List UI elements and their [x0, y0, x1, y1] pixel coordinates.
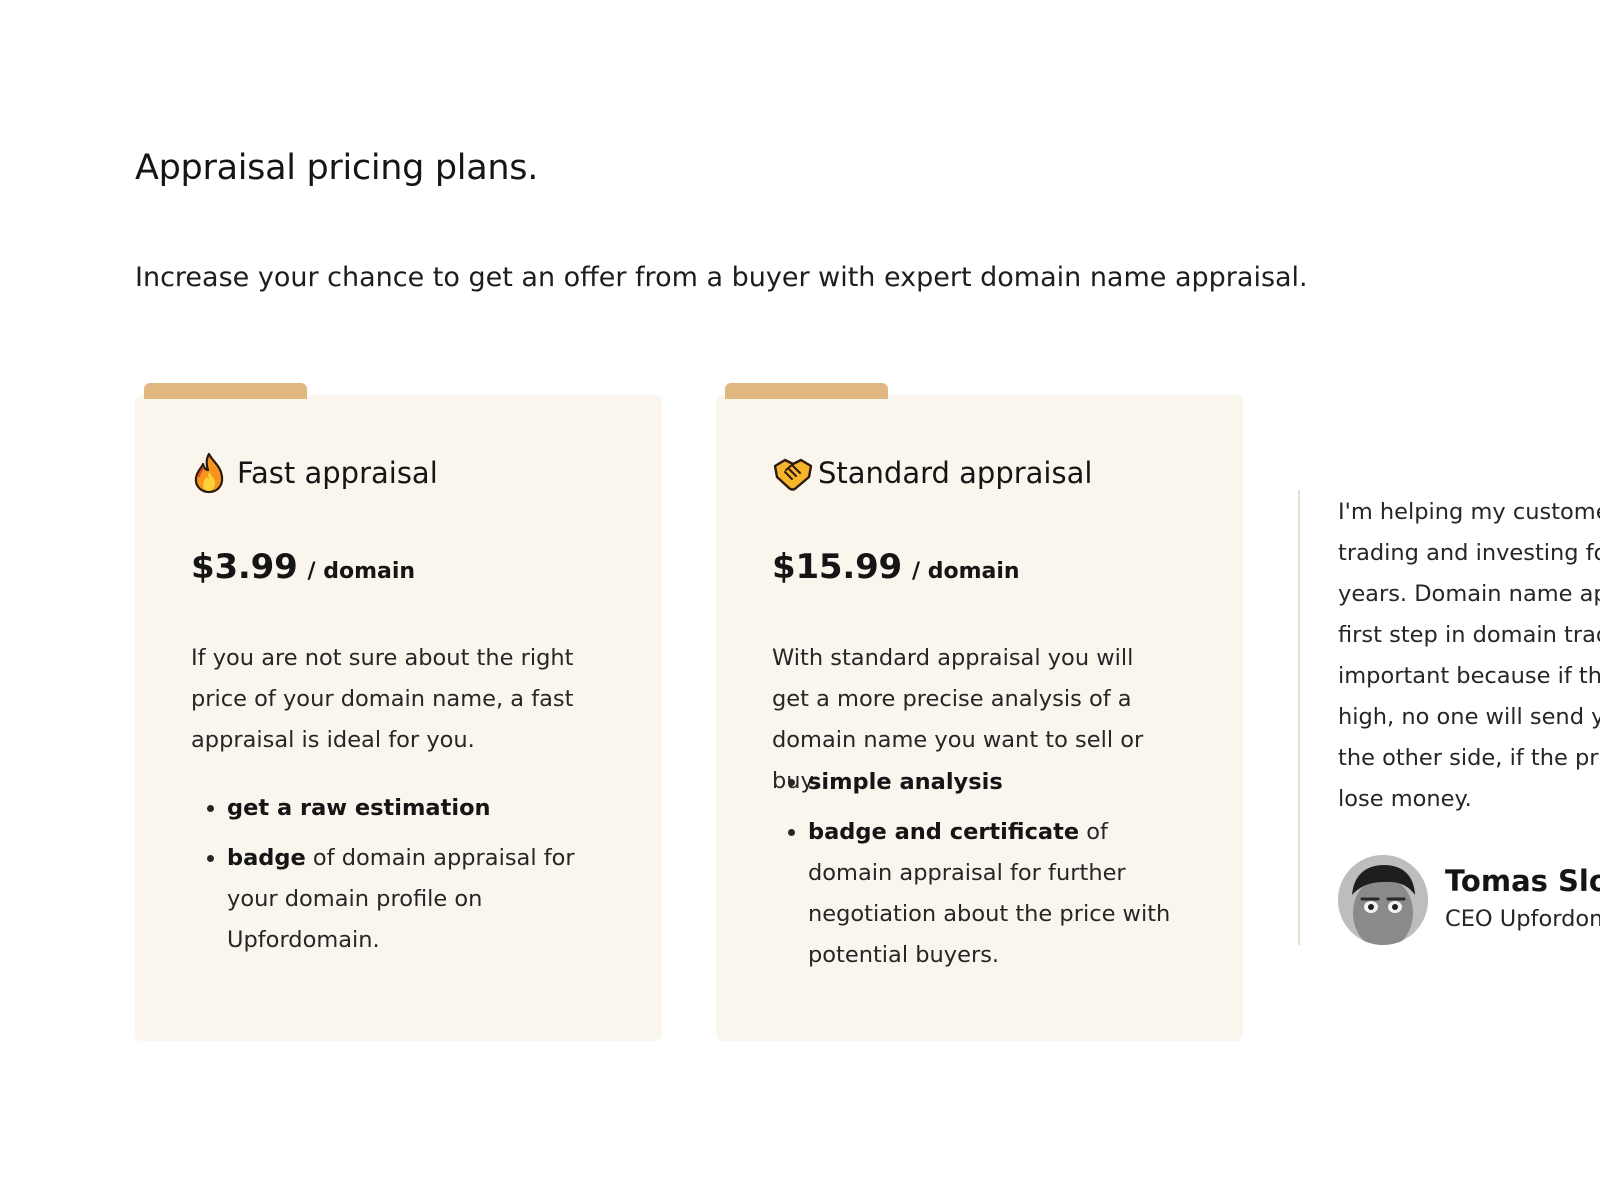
feature-strong: simple analysis — [808, 769, 1003, 795]
fire-icon — [191, 452, 227, 494]
quote-line: high, no one will send yo — [1338, 704, 1600, 730]
plan-features: get a raw estimation badge of domain app… — [191, 788, 611, 970]
quote-line: lose money. — [1338, 786, 1472, 812]
feature-item: simple analysis — [808, 762, 1192, 803]
feature-item: badge and certificate of domain appraisa… — [808, 812, 1192, 976]
avatar — [1338, 855, 1428, 945]
feature-strong: get a raw estimation — [227, 795, 491, 821]
plan-price: $3.99 / domain — [191, 547, 415, 587]
card-header: Standard appraisal — [772, 452, 1092, 494]
price-value: $3.99 — [191, 547, 298, 587]
quote-line: the other side, if the pric — [1338, 745, 1600, 771]
quote-line: trading and investing for — [1338, 540, 1600, 566]
testimonial-quote: I'm helping my customer trading and inve… — [1338, 492, 1600, 820]
plan-title: Fast appraisal — [237, 456, 438, 490]
card-tab — [144, 383, 307, 399]
testimonial: I'm helping my customer trading and inve… — [1298, 490, 1600, 945]
plan-title: Standard appraisal — [818, 456, 1093, 490]
page: Appraisal pricing plans. Increase your c… — [0, 0, 1600, 1200]
price-value: $15.99 — [772, 547, 903, 587]
plan-card-standard: Standard appraisal $15.99 / domain With … — [716, 383, 1243, 1041]
card-tab — [725, 383, 888, 399]
quote-line: I'm helping my customer — [1338, 499, 1600, 525]
author-name: Tomas Slou — [1445, 864, 1600, 898]
plan-description: If you are not sure about the right pric… — [191, 645, 574, 753]
quote-line: years. Domain name app — [1338, 581, 1600, 607]
feature-item: badge of domain appraisal for your domai… — [227, 838, 611, 961]
handshake-icon — [772, 452, 813, 494]
section-subtitle: Increase your chance to get an offer fro… — [135, 262, 1308, 293]
plan-price: $15.99 / domain — [772, 547, 1020, 587]
feature-strong: badge — [227, 845, 306, 871]
author-role: CEO Upfordom — [1445, 906, 1600, 932]
plan-features: simple analysis badge and certificate of… — [772, 762, 1192, 985]
feature-item: get a raw estimation — [227, 788, 611, 829]
quote-line: important because if the — [1338, 663, 1600, 689]
feature-strong: badge and certificate — [808, 819, 1080, 845]
plan-card-fast: Fast appraisal $3.99 / domain If you are… — [135, 383, 662, 1041]
card-header: Fast appraisal — [191, 452, 438, 494]
price-unit: / domain — [307, 559, 416, 584]
price-unit: / domain — [912, 559, 1020, 584]
section-title: Appraisal pricing plans. — [135, 148, 539, 188]
quote-line: first step in domain tradi — [1338, 622, 1600, 648]
